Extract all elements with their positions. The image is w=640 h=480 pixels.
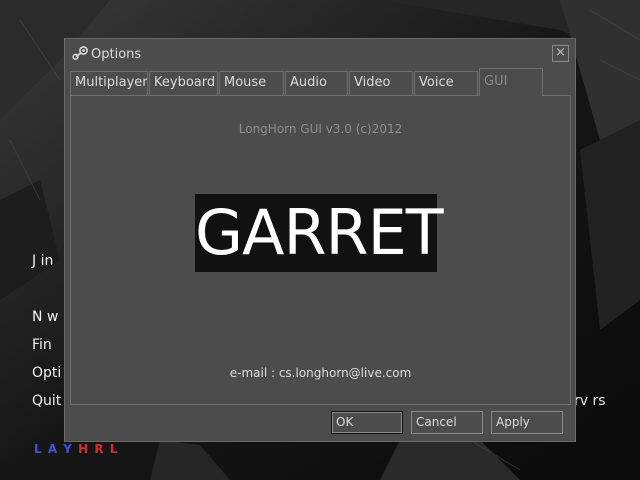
garret-logo: GARRET: [195, 194, 444, 272]
tab-audio[interactable]: Audio: [285, 71, 348, 95]
tab-panel-gui: LongHorn GUI v3.0 (c)2012 GARRET e-mail …: [70, 95, 571, 405]
close-button[interactable]: ×: [552, 45, 569, 62]
close-icon: ×: [555, 45, 566, 60]
dialog-title: Options: [91, 47, 142, 62]
brand-left: L A Y: [34, 442, 73, 456]
menu-item-options[interactable]: Opti: [32, 365, 61, 381]
menu-item-quit[interactable]: Quit: [32, 393, 61, 409]
brand-strip: L A Y H R L: [34, 442, 118, 456]
menu-item-join[interactable]: J in: [32, 253, 53, 269]
cancel-button[interactable]: Cancel: [411, 411, 483, 434]
tab-mouse[interactable]: Mouse: [219, 71, 284, 95]
tab-multiplayer[interactable]: Multiplayer: [70, 71, 148, 95]
tab-keyboard[interactable]: Keyboard: [149, 71, 218, 95]
ok-button[interactable]: OK: [331, 411, 403, 434]
version-text: LongHorn GUI v3.0 (c)2012: [238, 122, 403, 136]
tab-gui[interactable]: GUI: [479, 68, 543, 96]
menu-item-servers-partial[interactable]: rv rs: [574, 393, 606, 409]
garret-logo-text: GARRET: [195, 196, 444, 269]
menu-item-find[interactable]: Fin: [32, 337, 52, 353]
steam-icon: [72, 46, 88, 60]
tab-video[interactable]: Video: [349, 71, 413, 95]
email-text: e-mail : cs.longhorn@live.com: [229, 366, 412, 380]
options-dialog: Options × Multiplayer Keyboard Mouse Aud…: [64, 38, 576, 442]
menu-item-new[interactable]: N w: [32, 309, 58, 325]
brand-right: H R L: [78, 442, 119, 456]
dialog-titlebar[interactable]: Options ×: [65, 39, 575, 69]
tab-bar: Multiplayer Keyboard Mouse Audio Video V…: [70, 68, 570, 96]
apply-button[interactable]: Apply: [491, 411, 563, 434]
tab-voice[interactable]: Voice: [414, 71, 478, 95]
